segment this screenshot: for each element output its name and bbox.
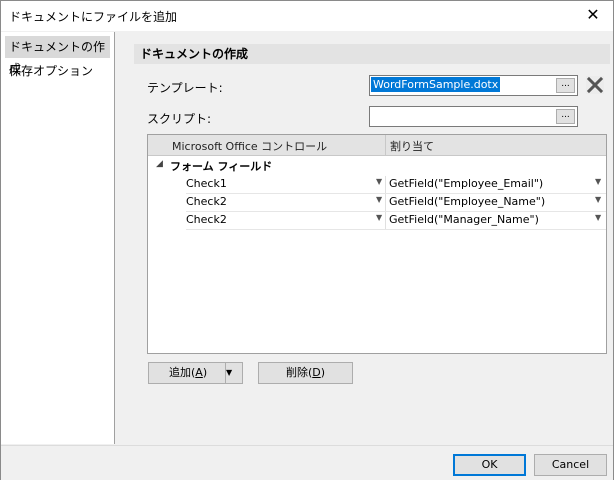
group-row-form-fields[interactable]: ◢ フォーム フィールド: [148, 157, 606, 175]
close-icon[interactable]: ✕: [583, 5, 603, 25]
control-cell[interactable]: Check2: [186, 195, 227, 208]
script-value: [371, 108, 375, 123]
assignment-cell[interactable]: GetField("Manager_Name"): [389, 213, 539, 226]
ok-button[interactable]: OK: [453, 454, 526, 476]
script-field[interactable]: ...: [369, 106, 578, 127]
template-value: WordFormSample.dotx: [371, 77, 501, 92]
delete-label-close: ): [320, 366, 326, 379]
add-split-button[interactable]: 追加(A) ▼: [148, 362, 243, 384]
cell-divider: [385, 194, 386, 211]
chevron-down-icon[interactable]: ▼: [595, 177, 601, 186]
dialog-footer: OK Cancel: [1, 445, 613, 480]
delete-button[interactable]: 削除(D): [258, 362, 353, 384]
chevron-down-icon[interactable]: ▼: [595, 213, 601, 222]
control-cell[interactable]: Check2: [186, 213, 227, 226]
control-cell[interactable]: Check1: [186, 177, 227, 190]
cell-divider: [385, 176, 386, 193]
assignment-cell[interactable]: GetField("Employee_Email"): [389, 177, 543, 190]
add-mnemonic: A: [195, 366, 203, 379]
add-label-close: ): [202, 366, 208, 379]
chevron-down-icon[interactable]: ▼: [376, 177, 382, 186]
clear-template-button[interactable]: [586, 76, 604, 94]
script-browse-button[interactable]: ...: [556, 109, 575, 124]
table-row[interactable]: Check2 ▼ GetField("Employee_Name") ▼: [186, 194, 606, 212]
template-browse-button[interactable]: ...: [556, 78, 575, 93]
dialog-window: ドキュメントにファイルを追加 ✕ ドキュメントの作成 保存オプション ドキュメン…: [0, 0, 614, 480]
chevron-down-icon[interactable]: ▼: [376, 195, 382, 204]
mapping-grid: Microsoft Office コントロール 割り当て ◢ フォーム フィール…: [147, 134, 607, 354]
table-row[interactable]: Check1 ▼ GetField("Employee_Email") ▼: [186, 176, 606, 194]
sidebar-item-save-options[interactable]: 保存オプション: [1, 60, 114, 82]
template-label: テンプレート:: [147, 81, 223, 95]
section-title: ドキュメントの作成: [134, 44, 610, 64]
window-title: ドキュメントにファイルを追加: [9, 10, 178, 24]
script-label: スクリプト:: [147, 112, 212, 126]
table-row[interactable]: Check2 ▼ GetField("Manager_Name") ▼: [186, 212, 606, 230]
add-button[interactable]: 追加(A): [169, 366, 207, 379]
assignment-cell[interactable]: GetField("Employee_Name"): [389, 195, 545, 208]
template-field[interactable]: WordFormSample.dotx ...: [369, 75, 578, 96]
cell-divider: [385, 212, 386, 229]
chevron-down-icon[interactable]: ▼: [225, 363, 242, 383]
column-divider: [385, 135, 386, 155]
add-label: 追加(: [169, 366, 196, 379]
expand-triangle-icon[interactable]: ◢: [156, 159, 163, 169]
cancel-button[interactable]: Cancel: [534, 454, 607, 476]
chevron-down-icon[interactable]: ▼: [376, 213, 382, 222]
grid-header: Microsoft Office コントロール 割り当て: [148, 135, 606, 156]
main-content: ドキュメントの作成 テンプレート: WordFormSample.dotx ..…: [122, 32, 613, 444]
title-bar: ドキュメントにファイルを追加 ✕: [1, 1, 613, 31]
close-icon: [586, 76, 604, 94]
sidebar-item-label: 保存オプション: [9, 64, 94, 78]
group-label: フォーム フィールド: [170, 160, 273, 173]
delete-label: 削除(: [285, 366, 313, 379]
column-header-assignment[interactable]: 割り当て: [390, 138, 434, 154]
delete-mnemonic: D: [312, 366, 321, 379]
sidebar: ドキュメントの作成 保存オプション: [1, 32, 115, 444]
column-header-control[interactable]: Microsoft Office コントロール: [172, 138, 327, 154]
sidebar-item-create-document[interactable]: ドキュメントの作成: [5, 36, 110, 76]
chevron-down-icon[interactable]: ▼: [595, 195, 601, 204]
